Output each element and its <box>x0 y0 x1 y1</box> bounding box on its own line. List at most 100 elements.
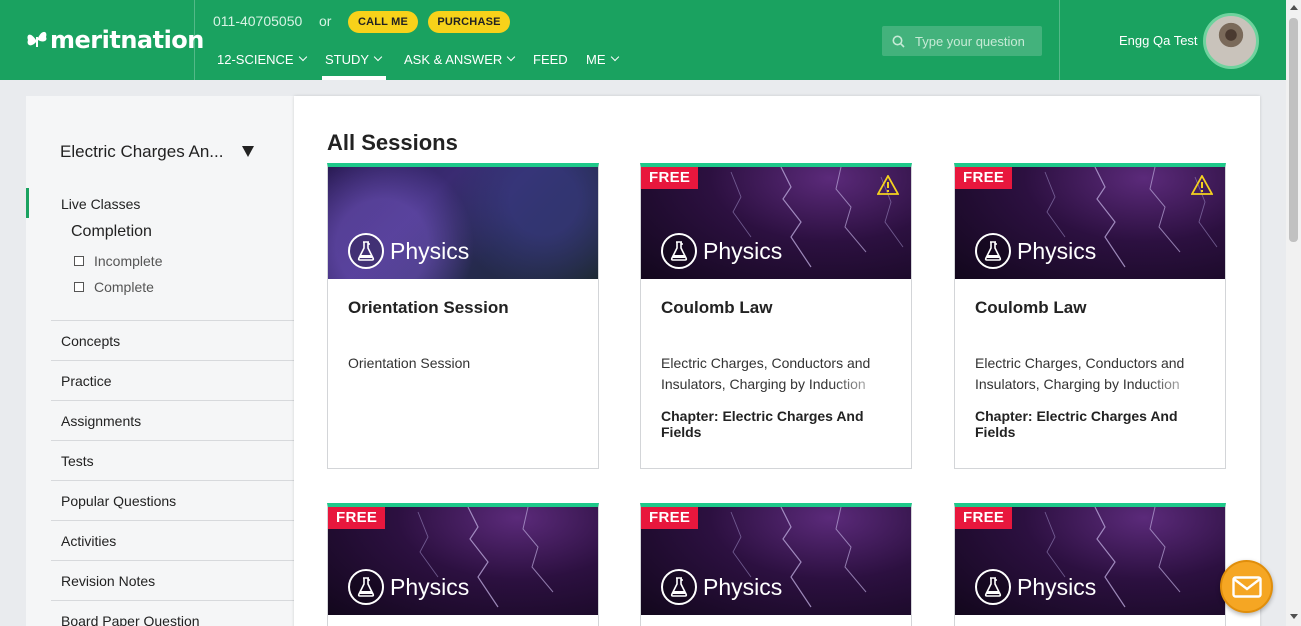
card-chapter: Chapter: Electric Charges And Fields <box>975 408 1178 440</box>
session-card[interactable]: FREE Physics Coulomb Law Electric Charge… <box>954 163 1226 469</box>
card-description: Electric Charges, Conductors and Insulat… <box>975 353 1205 395</box>
subject-label: Physics <box>975 569 1096 605</box>
scroll-down-arrow-icon[interactable] <box>1290 614 1298 619</box>
free-badge: FREE <box>328 507 386 529</box>
flask-icon <box>661 569 697 605</box>
flask-icon <box>975 569 1011 605</box>
chapter-selector[interactable]: Electric Charges An... <box>60 142 223 162</box>
subject-name: Physics <box>390 573 470 600</box>
subject-name: Physics <box>390 237 470 264</box>
sidebar-item-popular-questions[interactable]: Popular Questions <box>51 480 294 520</box>
chevron-down-icon <box>298 52 307 62</box>
free-badge: FREE <box>955 167 1013 189</box>
filter-label: Incomplete <box>94 253 163 269</box>
subject-name: Physics <box>703 573 783 600</box>
chevron-down-icon <box>507 52 516 62</box>
subject-name: Physics <box>703 237 783 264</box>
scrollbar-thumb[interactable] <box>1289 18 1298 242</box>
or-text: or <box>319 13 332 29</box>
subject-label: Physics <box>348 233 469 269</box>
text-fade <box>831 374 891 395</box>
nav-study[interactable]: STUDY <box>325 50 383 68</box>
checkbox[interactable] <box>74 282 84 292</box>
call-me-button[interactable]: CALL ME <box>348 11 418 33</box>
meritnation-logo[interactable]: meritnation <box>26 22 204 58</box>
search-input[interactable] <box>915 33 1035 49</box>
free-badge: FREE <box>641 167 699 189</box>
warning-icon[interactable] <box>877 175 899 195</box>
flask-icon <box>975 233 1011 269</box>
checkbox[interactable] <box>74 256 84 266</box>
nav-label: ME <box>586 51 606 67</box>
chevron-down-icon <box>610 52 619 62</box>
sidebar: Electric Charges An... Live Classes Comp… <box>26 96 294 626</box>
subject-name: Physics <box>1017 573 1097 600</box>
nav-ask-answer[interactable]: ASK & ANSWER <box>404 50 516 68</box>
sidebar-item-concepts[interactable]: Concepts <box>51 320 294 360</box>
card-thumbnail: FREE Physics <box>641 507 911 615</box>
subject-label: Physics <box>661 233 782 269</box>
subject-label: Physics <box>975 233 1096 269</box>
card-thumbnail: FREE Physics <box>328 507 598 615</box>
card-thumbnail: Physics <box>328 167 598 279</box>
subject-label: Physics <box>661 569 782 605</box>
nav-feed[interactable]: FEED <box>533 50 568 68</box>
filter-incomplete[interactable]: Incomplete <box>74 253 162 269</box>
free-badge: FREE <box>955 507 1013 529</box>
session-card[interactable]: FREE Physics <box>327 503 599 626</box>
page-scrollbar[interactable] <box>1286 0 1301 626</box>
subject-name: Physics <box>1017 237 1097 264</box>
card-title: Coulomb Law <box>975 298 1087 317</box>
card-thumbnail: FREE Physics <box>641 167 911 279</box>
chat-button[interactable] <box>1220 560 1273 613</box>
top-header: meritnation 011-40705050 or CALL ME PURC… <box>0 0 1286 80</box>
caret-down-icon[interactable] <box>242 146 254 157</box>
session-card[interactable]: Physics Orientation Session Orientation … <box>327 163 599 469</box>
card-title: Coulomb Law <box>661 298 773 317</box>
question-search <box>882 26 1042 56</box>
sidebar-item-live-classes[interactable]: Live Classes <box>61 196 140 212</box>
sidebar-item-tests[interactable]: Tests <box>51 440 294 480</box>
session-card[interactable]: FREE Physics <box>954 503 1226 626</box>
filter-complete[interactable]: Complete <box>74 279 154 295</box>
main-content: All Sessions Physics Orientation Session… <box>294 96 1260 626</box>
nav-label: ASK & ANSWER <box>404 51 503 67</box>
text-fade <box>1145 374 1205 395</box>
active-nav-indicator <box>322 76 386 80</box>
session-card[interactable]: FREE Physics <box>640 503 912 626</box>
sidebar-item-assignments[interactable]: Assignments <box>51 400 294 440</box>
chevron-down-icon <box>373 52 383 62</box>
flask-icon <box>661 233 697 269</box>
active-item-indicator <box>26 188 29 218</box>
flask-icon <box>348 569 384 605</box>
logo-text: meritnation <box>50 26 204 54</box>
sidebar-item-board-paper-question[interactable]: Board Paper Question <box>51 600 294 626</box>
scroll-up-arrow-icon[interactable] <box>1290 5 1298 10</box>
nav-12-science[interactable]: 12-SCIENCE <box>217 50 307 68</box>
warning-icon[interactable] <box>1191 175 1213 195</box>
filter-label: Complete <box>94 279 154 295</box>
flask-icon <box>348 233 384 269</box>
card-chapter: Chapter: Electric Charges And Fields <box>661 408 864 440</box>
sidebar-item-activities[interactable]: Activities <box>51 520 294 560</box>
nav-label: 12-SCIENCE <box>217 51 294 67</box>
user-name[interactable]: Engg Qa Test <box>1119 33 1198 48</box>
free-badge: FREE <box>641 507 699 529</box>
sidebar-item-practice[interactable]: Practice <box>51 360 294 400</box>
search-icon <box>892 35 905 48</box>
sidebar-item-revision-notes[interactable]: Revision Notes <box>51 560 294 600</box>
card-description: Orientation Session <box>348 355 471 371</box>
subject-label: Physics <box>348 569 469 605</box>
avatar[interactable] <box>1203 13 1259 69</box>
phone-number: 011-40705050 <box>213 13 303 29</box>
card-thumbnail: FREE Physics <box>955 507 1225 615</box>
nav-me[interactable]: ME <box>586 50 619 68</box>
card-thumbnail: FREE Physics <box>955 167 1225 279</box>
card-description: Electric Charges, Conductors and Insulat… <box>661 353 891 395</box>
purchase-button[interactable]: PURCHASE <box>428 11 510 33</box>
header-divider <box>1059 0 1060 80</box>
session-card[interactable]: FREE Physics Coulomb Law Electric Charge… <box>640 163 912 469</box>
header-divider <box>194 0 195 80</box>
butterfly-logo-icon <box>27 31 47 47</box>
nav-label: FEED <box>533 51 568 67</box>
